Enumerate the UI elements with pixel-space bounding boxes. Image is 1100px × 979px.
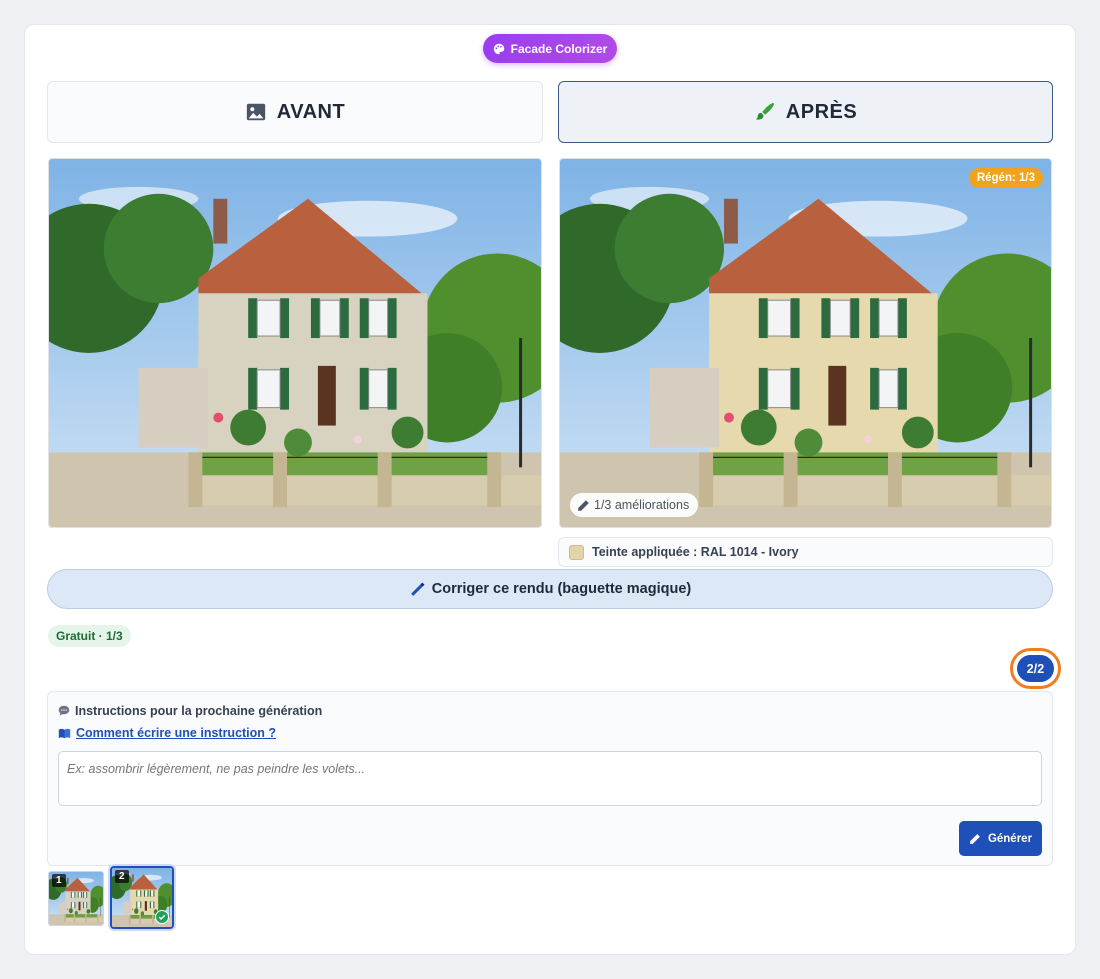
house-photo-before xyxy=(49,159,541,527)
applied-tint-row: Teinte appliquée : RAL 1014 - Ivory xyxy=(558,537,1053,567)
palette-icon xyxy=(493,43,504,54)
tab-after[interactable]: APRÈS xyxy=(558,81,1053,143)
before-photo xyxy=(48,158,542,528)
thumbnail-number: 2 xyxy=(115,870,129,883)
house-photo-after xyxy=(560,159,1051,527)
history-thumbnail-2[interactable]: 2 xyxy=(110,866,174,929)
regen-badge: Régén: 1/3 xyxy=(968,168,1043,188)
pencil-icon xyxy=(578,499,589,511)
instructions-panel: Instructions pour la prochaine génératio… xyxy=(47,691,1053,866)
image-icon xyxy=(246,103,265,121)
book-icon xyxy=(58,728,71,738)
tab-before[interactable]: AVANT xyxy=(47,81,543,143)
instruction-help-link[interactable]: Comment écrire une instruction ? xyxy=(58,726,276,740)
fix-render-button[interactable]: Corriger ce rendu (baguette magique) xyxy=(47,569,1053,609)
tab-after-label: APRÈS xyxy=(785,100,858,123)
fix-render-label: Corriger ce rendu (baguette magique) xyxy=(431,581,692,597)
improvements-chip[interactable]: 1/3 améliorations xyxy=(570,493,699,517)
magic-wand-icon xyxy=(410,582,425,596)
tint-label: Teinte appliquée : RAL 1014 - Ivory xyxy=(592,545,799,559)
instruction-input[interactable] xyxy=(58,751,1042,806)
thumbnail-number: 1 xyxy=(52,874,66,887)
selected-check-icon xyxy=(155,910,169,924)
instructions-title: Instructions pour la prochaine génératio… xyxy=(58,704,322,718)
pencil-icon xyxy=(970,833,980,844)
generation-counter-highlight: 2/2 xyxy=(1010,648,1061,689)
chat-bubble-icon xyxy=(58,705,70,716)
free-quota-badge: Gratuit · 1/3 xyxy=(48,625,131,647)
app-brand-label: Facade Colorizer xyxy=(510,41,608,56)
instructions-title-text: Instructions pour la prochaine génératio… xyxy=(75,704,323,718)
after-photo: Régén: 1/3 1/3 améliorations xyxy=(559,158,1052,528)
generate-label: Générer xyxy=(987,832,1033,845)
app-brand-pill: Facade Colorizer xyxy=(483,34,617,63)
generate-button[interactable]: Générer xyxy=(959,821,1042,856)
history-thumbnail-1[interactable]: 1 xyxy=(48,871,104,926)
generation-counter[interactable]: 2/2 xyxy=(1017,655,1054,682)
tab-before-label: AVANT xyxy=(276,100,346,123)
instruction-help-link-text: Comment écrire une instruction ? xyxy=(76,726,277,740)
improvements-label: 1/3 améliorations xyxy=(594,498,690,512)
paintbrush-icon xyxy=(755,102,774,120)
tint-swatch xyxy=(569,544,584,560)
